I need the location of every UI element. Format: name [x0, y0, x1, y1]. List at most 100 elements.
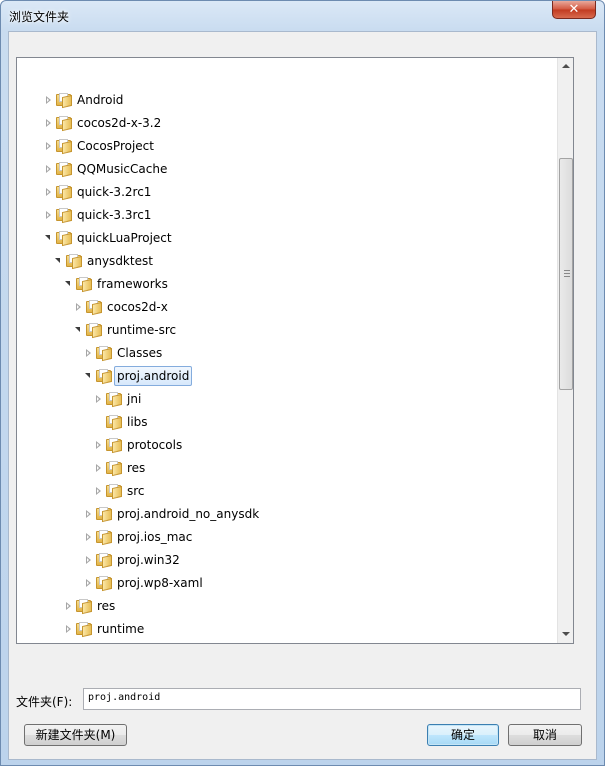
tree-node-label: protocols: [127, 438, 183, 452]
arrow-up-icon: [562, 64, 570, 68]
expand-triangle-icon[interactable]: [93, 480, 105, 502]
folder-icon: [96, 346, 112, 362]
expand-triangle-icon[interactable]: [83, 526, 95, 548]
folder-icon: [76, 622, 92, 638]
tree-node-label: Classes: [117, 346, 163, 360]
expand-triangle-icon[interactable]: [63, 641, 75, 643]
expand-triangle-icon[interactable]: [83, 549, 95, 571]
folder-icon: [86, 323, 102, 339]
tree-node[interactable]: runtime-src: [17, 319, 557, 341]
tree-node-label: frameworks: [97, 277, 168, 291]
title-bar[interactable]: 浏览文件夹 ✕: [1, 1, 604, 31]
tree-node[interactable]: res: [17, 595, 557, 617]
tree-node[interactable]: cocos2d-x-3.2: [17, 112, 557, 134]
tree-node-label: proj.android_no_anysdk: [117, 507, 260, 521]
scroll-up-button[interactable]: [558, 58, 573, 75]
folder-path-input[interactable]: proj.android: [83, 688, 581, 710]
tree-node-label: cocos2d-x: [107, 300, 168, 314]
tree-node-label: res: [97, 599, 116, 613]
tree-node[interactable]: proj.android_no_anysdk: [17, 503, 557, 525]
tree-node[interactable]: anysdktest: [17, 250, 557, 272]
tree-node-label: cocos2d-x-3.2: [77, 116, 162, 130]
tree-node[interactable]: protocols: [17, 434, 557, 456]
tree-node[interactable]: quickLuaProject: [17, 227, 557, 249]
collapse-triangle-icon[interactable]: [83, 365, 95, 387]
tree-node-label: runtime: [97, 622, 145, 636]
vertical-scrollbar[interactable]: [557, 58, 573, 643]
folder-icon: [106, 392, 122, 408]
folder-icon: [106, 415, 122, 431]
folder-icon: [66, 254, 82, 270]
folder-icon: [56, 231, 72, 247]
tree-node[interactable]: cocos2d-x: [17, 296, 557, 318]
expand-triangle-icon[interactable]: [73, 296, 85, 318]
tree-node[interactable]: proj.android: [17, 365, 557, 387]
tree-node-label: Android: [77, 93, 124, 107]
tree-node[interactable]: CocosProject: [17, 135, 557, 157]
window-title: 浏览文件夹: [9, 10, 70, 24]
folder-icon: [106, 461, 122, 477]
tree-node-label: QQMusicCache: [77, 162, 168, 176]
collapse-triangle-icon[interactable]: [53, 250, 65, 272]
expand-triangle-icon[interactable]: [63, 595, 75, 617]
scrollbar-thumb[interactable]: [559, 158, 573, 390]
expand-triangle-icon[interactable]: [43, 135, 55, 157]
collapse-triangle-icon[interactable]: [43, 227, 55, 249]
collapse-triangle-icon[interactable]: [63, 273, 75, 295]
expand-triangle-icon[interactable]: [43, 89, 55, 111]
tree-node[interactable]: libs: [17, 411, 557, 433]
tree-node[interactable]: proj.win32: [17, 549, 557, 571]
tree-node[interactable]: Classes: [17, 342, 557, 364]
folder-icon: [106, 438, 122, 454]
tree-node[interactable]: src: [17, 480, 557, 502]
tree-node-label: jni: [127, 392, 142, 406]
tree-node-label: quick-3.3rc1: [77, 208, 152, 222]
expand-triangle-icon[interactable]: [43, 112, 55, 134]
tree-node-label: quickLuaProject: [77, 231, 172, 245]
folder-icon: [76, 277, 92, 293]
ok-button[interactable]: 确定: [427, 724, 499, 746]
tree-node[interactable]: quick-3.3rc1: [17, 204, 557, 226]
expand-triangle-icon[interactable]: [93, 434, 105, 456]
folder-icon: [86, 300, 102, 316]
collapse-triangle-icon[interactable]: [73, 319, 85, 341]
tree-node[interactable]: quick-3.2rc1: [17, 181, 557, 203]
tree-node[interactable]: proj.ios_mac: [17, 526, 557, 548]
folder-icon: [96, 530, 112, 546]
folder-icon: [56, 93, 72, 109]
tree-node-label: libs: [127, 415, 148, 429]
expand-triangle-icon[interactable]: [83, 572, 95, 594]
expand-triangle-icon[interactable]: [63, 618, 75, 640]
tree-node[interactable]: runtime: [17, 618, 557, 640]
expand-triangle-icon[interactable]: [93, 457, 105, 479]
new-folder-button[interactable]: 新建文件夹(M): [24, 724, 127, 746]
expand-triangle-icon[interactable]: [83, 503, 95, 525]
tree-node-label: res: [127, 461, 146, 475]
cancel-button[interactable]: 取消: [508, 724, 582, 746]
close-button[interactable]: ✕: [552, 1, 596, 19]
folder-icon: [56, 185, 72, 201]
expand-triangle-icon[interactable]: [43, 181, 55, 203]
tree-node[interactable]: QQMusicCache: [17, 158, 557, 180]
folder-icon: [76, 599, 92, 615]
tree-node-label: proj.ios_mac: [117, 530, 193, 544]
expand-triangle-icon[interactable]: [83, 342, 95, 364]
folder-icon: [96, 369, 112, 385]
tree-node[interactable]: res: [17, 457, 557, 479]
folder-icon: [56, 208, 72, 224]
folder-tree[interactable]: Android cocos2d-x-3.2 CocosProject QQMusicC…: [16, 57, 574, 644]
tree-node[interactable]: proj.wp8-xaml: [17, 572, 557, 594]
scroll-down-button[interactable]: [558, 626, 573, 643]
tree-node-label: src: [94, 642, 118, 643]
tree-node[interactable]: Android: [17, 89, 557, 111]
tree-node-label: runtime-src: [107, 323, 177, 337]
tree-node[interactable]: frameworks: [17, 273, 557, 295]
tree-node[interactable]: src: [17, 641, 557, 643]
tree-node[interactable]: jni: [17, 388, 557, 410]
tree-node-label: src: [127, 484, 145, 498]
expand-triangle-icon[interactable]: [93, 388, 105, 410]
tree-node-label: proj.win32: [117, 553, 180, 567]
folder-icon: [56, 162, 72, 178]
expand-triangle-icon[interactable]: [43, 204, 55, 226]
expand-triangle-icon[interactable]: [43, 158, 55, 180]
